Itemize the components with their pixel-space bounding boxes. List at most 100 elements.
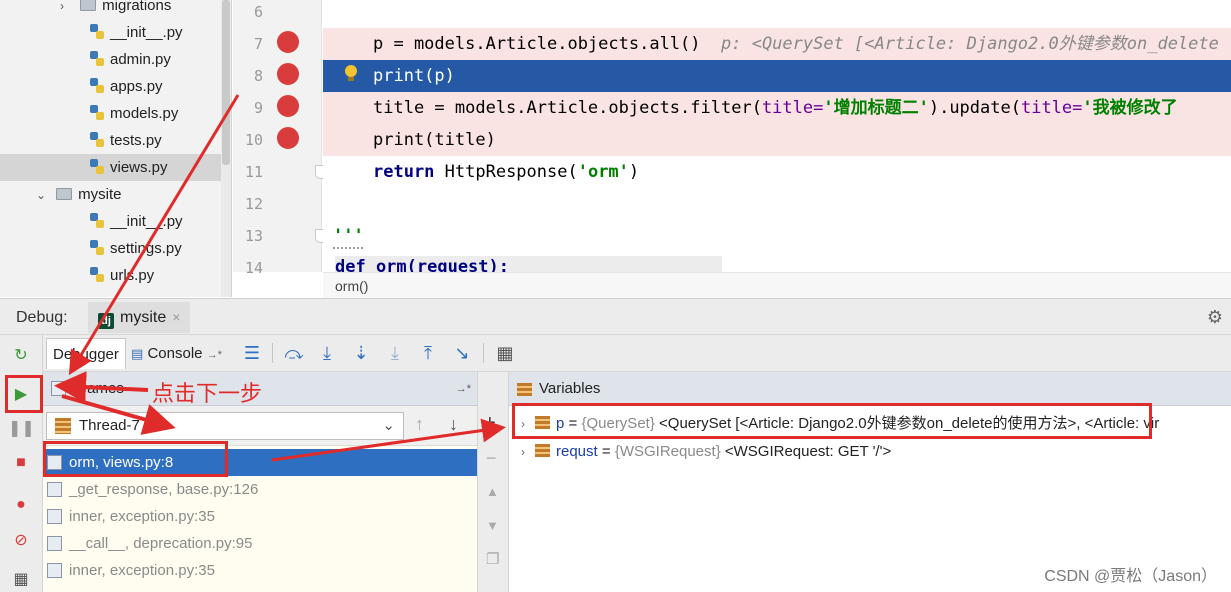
- python-file-icon: [90, 159, 104, 175]
- debug-label: Debug:: [16, 309, 68, 326]
- step-over-icon[interactable]: ⤼: [282, 341, 306, 365]
- debugger-toolbar: Debugger ▤ Console →* ☰ ⤼ ⤓ ⇣ ⤓ ⤒ ↘ ▦: [43, 335, 1231, 372]
- add-watch-icon[interactable]: +: [484, 412, 496, 435]
- tree-item-label: apps.py: [110, 78, 163, 95]
- tab-console[interactable]: ▤ Console →*: [125, 338, 228, 369]
- python-file-icon: [90, 51, 104, 67]
- show-execution-point-icon[interactable]: ☰: [240, 341, 264, 365]
- tree-file-apps[interactable]: apps.py: [90, 73, 163, 100]
- inline-debug-value: p: <QuerySet [<Article: Django2.0外键参数on_…: [721, 34, 1219, 54]
- line-number: 13: [244, 227, 263, 245]
- tab-label: Debugger: [53, 346, 119, 363]
- tree-file-urls[interactable]: urls.py: [90, 262, 154, 289]
- chevron-down-icon[interactable]: ⌄: [36, 182, 52, 209]
- next-frame-icon[interactable]: ↓: [449, 414, 458, 435]
- mute-breakpoints-icon[interactable]: ⊘: [8, 528, 34, 554]
- pin-icon[interactable]: →*: [456, 372, 471, 406]
- move-up-icon[interactable]: ▲: [486, 484, 499, 499]
- breadcrumb[interactable]: orm(): [323, 272, 1231, 298]
- remove-watch-icon[interactable]: −: [486, 448, 497, 469]
- annotation-box-resume: [5, 375, 43, 413]
- watermark: CSDN @贾松（Jason）: [1044, 568, 1217, 585]
- step-into-icon[interactable]: ⤓: [315, 341, 339, 365]
- debug-tool-window-header: Debug: dj mysite × ⚙: [0, 298, 1231, 335]
- breakpoint-icon[interactable]: [277, 95, 299, 117]
- code-string: '增加标题二': [823, 98, 929, 118]
- view-breakpoints-icon[interactable]: ●: [8, 492, 34, 518]
- python-file-icon: [90, 132, 104, 148]
- chevron-right-icon[interactable]: ›: [521, 445, 525, 459]
- tree-folder-migrations[interactable]: › migrations: [60, 0, 171, 19]
- thread-dropdown[interactable]: Thread-7 ⌄: [46, 412, 404, 440]
- force-step-into-icon[interactable]: ⤓: [383, 341, 407, 365]
- lightbulb-icon[interactable]: [344, 65, 358, 83]
- run-to-cursor-icon[interactable]: ↘: [450, 341, 474, 365]
- code-line-13[interactable]: ''': [323, 220, 1231, 252]
- tree-file-init[interactable]: __init__.py: [90, 19, 183, 46]
- code-editor[interactable]: p = models.Article.objects.all() p: <Que…: [323, 0, 1231, 272]
- variable-row[interactable]: › requst = {WSGIRequest} <WSGIRequest: GE…: [509, 438, 1231, 466]
- tree-file-settings[interactable]: settings.py: [90, 235, 182, 262]
- step-into-my-code-icon[interactable]: ⇣: [349, 341, 373, 365]
- pause-icon[interactable]: ❚❚: [8, 416, 35, 442]
- python-file-icon: [90, 24, 104, 40]
- breakpoint-icon[interactable]: [277, 127, 299, 149]
- breakpoint-icon[interactable]: [277, 63, 299, 85]
- tree-item-label: views.py: [110, 159, 168, 176]
- tree-item-label: mysite: [78, 186, 122, 203]
- line-number: 7: [253, 35, 263, 53]
- layout-icon[interactable]: ▦: [8, 567, 34, 592]
- code-line-8-current[interactable]: print(p): [323, 60, 1231, 92]
- tree-file-views[interactable]: views.py: [0, 154, 222, 181]
- code-text: HttpResponse(: [434, 162, 578, 182]
- copy-icon[interactable]: ❐: [486, 550, 499, 568]
- scrollbar-thumb[interactable]: [222, 0, 230, 165]
- code-string: 'orm': [577, 162, 629, 182]
- django-icon: dj: [98, 313, 114, 329]
- tree-file-models[interactable]: models.py: [90, 100, 178, 127]
- folder-icon: [80, 0, 97, 11]
- tree-item-label: __init__.py: [110, 24, 183, 41]
- frame-item[interactable]: inner, exception.py:35: [43, 503, 477, 530]
- tree-folder-mysite[interactable]: ⌄ mysite: [36, 181, 122, 208]
- code-kwarg: title=: [761, 98, 824, 118]
- stop-icon[interactable]: ■: [8, 450, 34, 476]
- chevron-down-icon: ⌄: [382, 417, 395, 434]
- previous-frame-icon[interactable]: ↑: [415, 414, 424, 435]
- code-line-11[interactable]: return HttpResponse('orm'): [323, 156, 1231, 188]
- code-line-7[interactable]: p = models.Article.objects.all() p: <Que…: [323, 28, 1231, 60]
- python-file-icon: [90, 78, 104, 94]
- frame-item[interactable]: __call__, deprecation.py:95: [43, 530, 477, 557]
- frame-icon: [47, 509, 62, 524]
- tab-debugger[interactable]: Debugger: [46, 338, 126, 369]
- move-down-icon[interactable]: ▼: [486, 518, 499, 533]
- run-config-tab[interactable]: dj mysite ×: [88, 302, 191, 333]
- evaluate-expression-icon[interactable]: ▦: [493, 341, 517, 365]
- frame-item[interactable]: _get_response, base.py:126: [43, 476, 477, 503]
- breakpoint-icon[interactable]: [277, 31, 299, 53]
- debug-action-bar: ↻ ▶ ❚❚ ■ ● ⊘ ▦: [0, 335, 43, 592]
- code-text: ): [628, 162, 640, 182]
- tree-item-label: __init__.py: [110, 213, 183, 230]
- breadcrumb-label: orm(): [335, 278, 369, 294]
- tree-file-init[interactable]: __init__.py: [90, 208, 183, 235]
- variables-title: Variables: [539, 380, 601, 397]
- gear-icon[interactable]: ⚙: [1207, 307, 1223, 328]
- frame-label: inner, exception.py:35: [69, 508, 215, 525]
- frame-item[interactable]: inner, exception.py:35: [43, 557, 477, 584]
- line-number: 9: [253, 99, 263, 117]
- line-number: 12: [244, 195, 263, 213]
- chevron-right-icon[interactable]: ›: [60, 0, 76, 20]
- tree-file-admin[interactable]: admin.py: [90, 46, 171, 73]
- rerun-icon[interactable]: ↻: [8, 343, 34, 369]
- project-tree: › migrations __init__.py admin.py apps.p…: [0, 0, 232, 297]
- frame-label: _get_response, base.py:126: [69, 481, 259, 498]
- close-icon[interactable]: ×: [172, 309, 180, 325]
- code-line-9[interactable]: title = models.Article.objects.filter(ti…: [323, 92, 1231, 124]
- tree-item-label: models.py: [110, 105, 179, 122]
- step-out-icon[interactable]: ⤒: [416, 341, 440, 365]
- tree-file-tests[interactable]: tests.py: [90, 127, 162, 154]
- code-line-10[interactable]: print(title): [323, 124, 1231, 156]
- tree-scrollbar[interactable]: [221, 0, 231, 297]
- code-keyword: return: [373, 162, 435, 182]
